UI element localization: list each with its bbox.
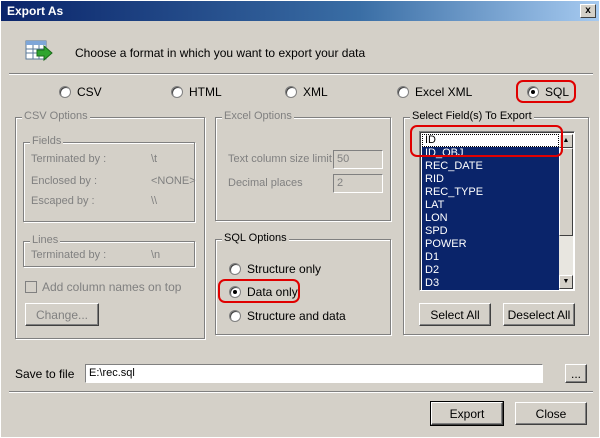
browse-button[interactable]: ...	[565, 364, 587, 383]
radio-icon	[229, 310, 241, 322]
save-to-file-label: Save to file	[15, 367, 75, 381]
listbox-scrollbar[interactable]: ▲ ▼	[559, 134, 573, 289]
sql-options-title: SQL Options	[222, 232, 289, 244]
export-table-icon	[25, 40, 53, 62]
terminated-value: \t	[151, 153, 158, 165]
scroll-up-icon[interactable]: ▲	[559, 134, 573, 148]
add-column-names-checkbox[interactable]: Add column names on top	[25, 280, 181, 294]
fields-listbox[interactable]: ID ID_OBJ REC_DATE RID REC_TYPE LAT LON SPD POWE…	[419, 131, 575, 291]
radio-icon	[229, 263, 241, 275]
sql-radio-structure-and-data[interactable]: Structure and data	[229, 309, 346, 323]
csv-fields-title: Fields	[30, 135, 64, 147]
radio-selected-icon	[229, 286, 241, 298]
radio-icon	[171, 86, 183, 98]
lines-terminated-value: \n	[151, 249, 161, 261]
field-list-item[interactable]: ID_OBJ	[422, 147, 559, 160]
checkbox-icon	[25, 281, 37, 293]
export-as-dialog: Export As x Choose a format in which you…	[0, 0, 600, 438]
deselect-all-button[interactable]: Deselect All	[503, 303, 575, 326]
header-divider	[9, 73, 593, 75]
decimal-places-label: Decimal places	[228, 177, 303, 189]
radio-icon	[397, 86, 409, 98]
close-button[interactable]: Close	[515, 402, 587, 425]
field-list-item[interactable]: LON	[422, 212, 559, 225]
escaped-label: Escaped by :	[31, 195, 95, 207]
format-radio-csv[interactable]: CSV	[59, 85, 102, 99]
field-list-item[interactable]: SPD	[422, 225, 559, 238]
window-title: Export As	[7, 4, 64, 18]
field-list-item[interactable]: RID	[422, 173, 559, 186]
save-file-input[interactable]: E:\rec.sql	[85, 364, 543, 383]
text-size-input[interactable]: 50	[333, 150, 383, 169]
format-radio-excel-xml[interactable]: Excel XML	[397, 85, 472, 99]
select-all-button[interactable]: Select All	[419, 303, 491, 326]
format-radio-xml[interactable]: XML	[285, 85, 328, 99]
sql-radio-data-only[interactable]: Data only	[229, 285, 298, 299]
footer-divider	[9, 391, 593, 393]
field-list-item[interactable]: D3	[422, 277, 559, 290]
header-instruction: Choose a format in which you want to exp…	[75, 46, 366, 60]
field-list-item[interactable]: LAT	[422, 199, 559, 212]
sql-radio-structure-only[interactable]: Structure only	[229, 262, 321, 276]
terminated-label: Terminated by :	[31, 153, 107, 165]
title-bar[interactable]: Export As x	[1, 1, 599, 21]
field-list-item[interactable]: REC_TYPE	[422, 186, 559, 199]
escaped-value: \\	[151, 195, 158, 207]
field-list-item[interactable]: D1	[422, 251, 559, 264]
radio-icon	[59, 86, 71, 98]
lines-terminated-label: Terminated by :	[31, 249, 107, 261]
csv-lines-title: Lines	[30, 234, 61, 246]
enclosed-value: <NONE>	[151, 175, 196, 187]
enclosed-label: Enclosed by :	[31, 175, 98, 187]
export-button[interactable]: Export	[430, 401, 504, 426]
field-list-item[interactable]: POWER	[422, 238, 559, 251]
text-size-label: Text column size limit	[228, 153, 332, 165]
field-list-item[interactable]: REC_DATE	[422, 160, 559, 173]
field-list-item[interactable]: D2	[422, 264, 559, 277]
scroll-down-icon[interactable]: ▼	[559, 275, 573, 289]
format-radio-sql[interactable]: SQL	[527, 85, 569, 99]
decimal-places-input[interactable]: 2	[333, 174, 383, 193]
excel-options-title: Excel Options	[222, 110, 294, 122]
radio-selected-icon	[527, 86, 539, 98]
field-list-item[interactable]: ID	[422, 134, 559, 147]
select-fields-title: Select Field(s) To Export	[410, 110, 534, 122]
radio-icon	[285, 86, 297, 98]
excel-options-group: Excel Options	[215, 110, 391, 221]
change-button[interactable]: Change...	[25, 303, 99, 326]
csv-options-title: CSV Options	[22, 110, 90, 122]
format-radio-html[interactable]: HTML	[171, 85, 222, 99]
close-icon[interactable]: x	[580, 4, 596, 18]
scroll-thumb[interactable]	[559, 148, 573, 236]
